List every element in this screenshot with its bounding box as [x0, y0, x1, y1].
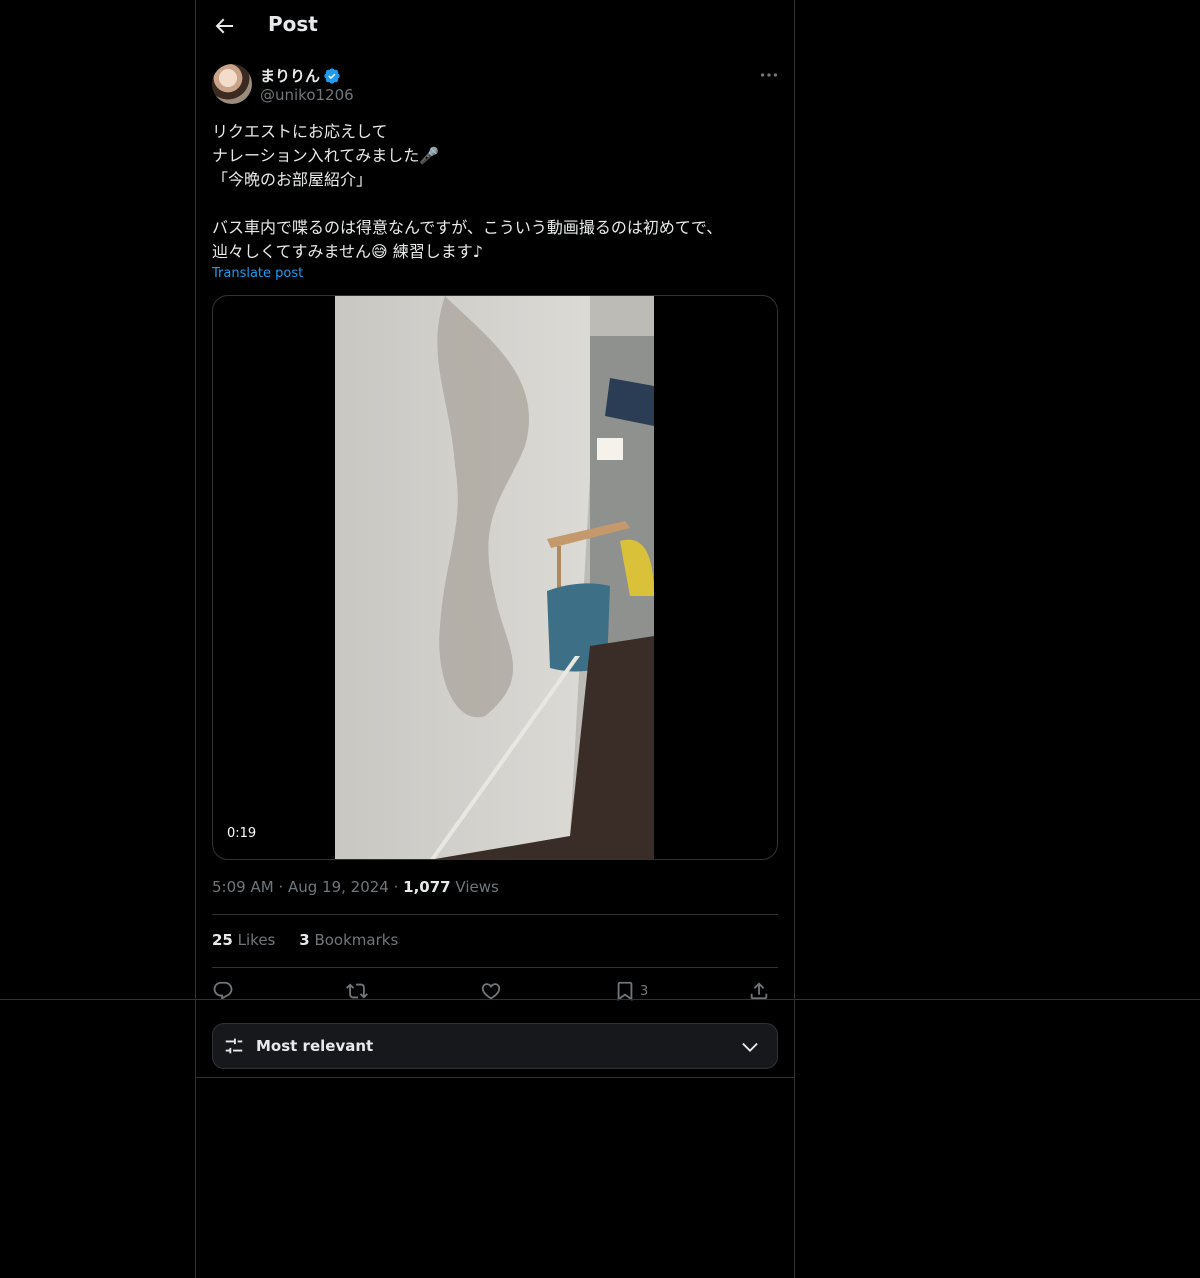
like-button[interactable] [480, 978, 502, 1004]
divider [196, 1077, 794, 1078]
likes-stat[interactable]: 25 Likes [212, 931, 275, 949]
video-frame[interactable] [335, 296, 654, 859]
main-column: Post まりりん @uniko1206 リクエストにお応えして ナレーション入… [195, 0, 795, 1278]
divider [212, 914, 778, 915]
meta-separator: · [393, 878, 404, 896]
engagement-stats: 25 Likes 3 Bookmarks [212, 931, 398, 949]
meta-separator: · [278, 878, 288, 896]
translate-post-link[interactable]: Translate post [212, 266, 303, 281]
views-label: Views [455, 878, 499, 896]
repost-button[interactable] [346, 978, 368, 1004]
avatar[interactable] [212, 64, 252, 104]
post-time[interactable]: 5:09 AM [212, 878, 274, 896]
likes-label: Likes [237, 931, 276, 949]
more-options-icon[interactable] [758, 64, 780, 86]
post-date[interactable]: Aug 19, 2024 [288, 878, 389, 896]
page-title: Post [268, 12, 318, 36]
video-player[interactable]: 0:19 [212, 295, 778, 860]
filter-sliders-icon [225, 1038, 243, 1054]
back-button[interactable] [212, 14, 236, 38]
bookmark-count: 3 [640, 983, 649, 999]
bookmark-button[interactable]: 3 [614, 978, 648, 1004]
arrow-left-icon [215, 18, 233, 34]
divider [212, 967, 778, 968]
views-count: 1,077 [403, 878, 451, 896]
top-bar: Post [196, 0, 794, 53]
video-duration: 0:19 [221, 824, 263, 843]
tweet-text: リクエストにお応えして ナレーション入れてみました🎤 「今晩のお部屋紹介」 バス… [212, 122, 723, 261]
sort-label: Most relevant [256, 1037, 374, 1055]
reply-sort-dropdown[interactable]: Most relevant [212, 1023, 778, 1069]
action-bar: 3 [212, 978, 778, 1004]
post-meta: 5:09 AM · Aug 19, 2024 · 1,077 Views [212, 878, 499, 896]
reply-button[interactable] [212, 978, 234, 1004]
author-name[interactable]: まりりん [260, 65, 320, 86]
verified-badge-icon [324, 68, 340, 84]
room-video-thumbnail [335, 296, 654, 859]
bookmarks-stat[interactable]: 3 Bookmarks [299, 931, 398, 949]
chevron-down-icon [742, 1042, 758, 1052]
author-handle[interactable]: @uniko1206 [260, 86, 354, 104]
share-button[interactable] [748, 978, 770, 1004]
bookmarks-count: 3 [299, 931, 310, 949]
bookmarks-label: Bookmarks [314, 931, 399, 949]
likes-count: 25 [212, 931, 233, 949]
overlay-divider [0, 999, 1200, 1000]
